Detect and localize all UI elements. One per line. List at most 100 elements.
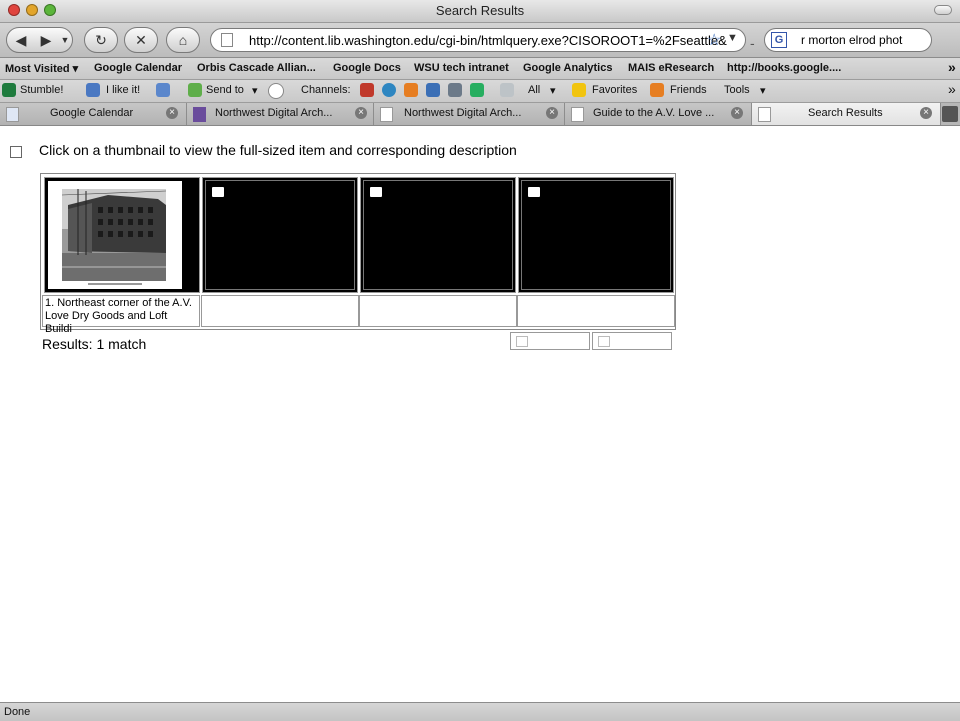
url-dropdown-icon[interactable]: ▼ <box>727 32 738 44</box>
close-tab-icon[interactable]: × <box>731 107 743 119</box>
navigation-toolbar: ◀ ▶ ▼ ↻ ✕ ⌂ http://content.lib.washingto… <box>0 23 960 58</box>
thumbnail-placeholder[interactable] <box>363 180 513 290</box>
history-dropdown-button[interactable]: ▼ <box>58 27 73 53</box>
result-caption-cell <box>517 295 675 327</box>
bookmark-google-docs[interactable]: Google Docs <box>333 62 401 74</box>
result-thumbnail[interactable] <box>518 177 674 293</box>
broken-image-icon <box>528 187 540 197</box>
channels-label: Channels: <box>301 84 351 96</box>
tab-guide-av-love[interactable]: Guide to the A.V. Love ... × <box>565 103 752 125</box>
bookmark-star-icon[interactable]: ☆ <box>707 30 721 50</box>
tab-northwest-digital-archives-2[interactable]: Northwest Digital Arch... × <box>374 103 565 125</box>
bookmarks-overflow-button[interactable]: » <box>948 59 956 75</box>
tools-button[interactable]: Tools <box>724 84 750 96</box>
bookmarks-toolbar: Most Visited ▾ Google Calendar Orbis Cas… <box>0 58 960 80</box>
page-favicon-icon <box>380 107 393 122</box>
channel-tag-icon[interactable] <box>500 83 514 97</box>
window-title: Search Results <box>435 3 525 18</box>
page-favicon-icon <box>571 107 584 122</box>
stumbleupon-toolbar: Stumble! I like it! Send to ▾ Channels: … <box>0 80 960 103</box>
result-caption[interactable]: 1. Northeast corner of the A.V. Love Dry… <box>43 296 199 337</box>
broken-image-icon <box>370 187 382 197</box>
bookmark-google-books[interactable]: http://books.google.... <box>727 62 841 74</box>
close-tab-icon[interactable]: × <box>920 107 932 119</box>
close-tab-icon[interactable]: × <box>355 107 367 119</box>
bookmark-wsu-tech-intranet[interactable]: WSU tech intranet <box>414 62 509 74</box>
bookmark-google-calendar[interactable]: Google Calendar <box>94 62 182 74</box>
next-page-button[interactable] <box>592 332 672 350</box>
home-button[interactable]: ⌂ <box>166 27 200 53</box>
page-content: Click on a thumbnail to view the full-si… <box>0 126 960 702</box>
bookmark-orbis-cascade[interactable]: Orbis Cascade Allian... <box>197 62 316 74</box>
previous-page-button[interactable] <box>510 332 590 350</box>
tab-label: Northwest Digital Arch... <box>404 107 522 119</box>
google-search-engine-icon[interactable]: G <box>771 32 787 48</box>
send-to-button[interactable]: Send to <box>206 84 244 96</box>
results-table: 1. Northeast corner of the A.V. Love Dry… <box>40 173 676 335</box>
nwda-favicon-icon <box>193 107 206 122</box>
url-text[interactable]: http://content.lib.washington.edu/cgi-bi… <box>249 33 727 48</box>
stumble-button[interactable]: Stumble! <box>20 84 63 96</box>
i-like-it-button[interactable]: I like it! <box>106 84 140 96</box>
channel-tv-icon[interactable] <box>448 83 462 97</box>
tab-label: Search Results <box>808 107 883 119</box>
reload-button[interactable]: ↻ <box>84 27 118 53</box>
favorites-button[interactable]: Favorites <box>592 84 637 96</box>
thumbnail-photo[interactable] <box>48 181 182 289</box>
thumbs-up-icon[interactable] <box>86 83 100 97</box>
channel-photo-icon[interactable] <box>426 83 440 97</box>
send-to-dropdown-icon[interactable]: ▾ <box>252 84 258 97</box>
result-caption-cell <box>201 295 359 327</box>
stop-button[interactable]: ✕ <box>124 27 158 53</box>
channel-video-icon[interactable] <box>470 83 484 97</box>
result-caption-cell <box>359 295 517 327</box>
tab-label: Google Calendar <box>50 107 134 119</box>
all-dropdown-icon[interactable]: ▾ <box>550 84 556 97</box>
tab-strip: Google Calendar × Northwest Digital Arch… <box>0 103 960 126</box>
tab-label: Northwest Digital Arch... <box>215 107 333 119</box>
url-bar[interactable]: http://content.lib.washington.edu/cgi-bi… <box>210 28 746 52</box>
forward-button[interactable]: ▶ <box>34 27 59 53</box>
comment-bubble-icon[interactable] <box>268 83 284 99</box>
page-icon <box>221 33 233 47</box>
tab-list-icon[interactable] <box>942 106 958 122</box>
search-input[interactable]: r morton elrod phot <box>801 33 925 47</box>
page-favicon-icon <box>758 107 771 122</box>
tab-search-results[interactable]: Search Results × <box>752 103 941 125</box>
thumbs-down-icon[interactable] <box>156 83 170 97</box>
status-bar: Done <box>0 702 960 721</box>
channel-globe-icon[interactable] <box>382 83 396 97</box>
status-text: Done <box>4 706 31 718</box>
close-tab-icon[interactable]: × <box>546 107 558 119</box>
tab-google-calendar[interactable]: Google Calendar × <box>0 103 187 125</box>
friends-button[interactable]: Friends <box>670 84 707 96</box>
thumbnail-placeholder[interactable] <box>205 180 355 290</box>
send-to-icon <box>188 83 202 97</box>
tools-dropdown-icon[interactable]: ▾ <box>760 84 766 97</box>
favorites-star-icon <box>572 83 586 97</box>
tab-label: Guide to the A.V. Love ... <box>593 107 715 119</box>
tab-northwest-digital-archives-1[interactable]: Northwest Digital Arch... × <box>187 103 374 125</box>
toolbar-toggle-button[interactable] <box>934 5 952 15</box>
back-button[interactable]: ◀ <box>6 27 36 53</box>
bookmark-mais-eresearch[interactable]: MAIS eResearch <box>628 62 714 74</box>
results-count: Results: 1 match <box>42 336 147 352</box>
thumbnail-placeholder[interactable] <box>521 180 671 290</box>
stumbleupon-logo-icon[interactable] <box>2 83 16 97</box>
instruction-checkbox[interactable] <box>10 146 22 158</box>
broken-image-icon <box>516 336 528 347</box>
instruction-text: Click on a thumbnail to view the full-si… <box>39 142 517 158</box>
building-photo-image <box>60 187 168 285</box>
result-thumbnail[interactable] <box>360 177 516 293</box>
channel-books-icon[interactable] <box>360 83 374 97</box>
all-channels-button[interactable]: All <box>528 84 540 96</box>
search-bar[interactable]: G r morton elrod phot <box>764 28 932 52</box>
close-tab-icon[interactable]: × <box>166 107 178 119</box>
result-thumbnail[interactable] <box>44 177 200 293</box>
stumble-overflow-button[interactable]: » <box>948 81 956 97</box>
result-thumbnail[interactable] <box>202 177 358 293</box>
channel-people-icon[interactable] <box>404 83 418 97</box>
bookmark-most-visited[interactable]: Most Visited ▾ <box>5 62 78 75</box>
result-caption-cell: 1. Northeast corner of the A.V. Love Dry… <box>42 295 200 335</box>
bookmark-google-analytics[interactable]: Google Analytics <box>523 62 612 74</box>
